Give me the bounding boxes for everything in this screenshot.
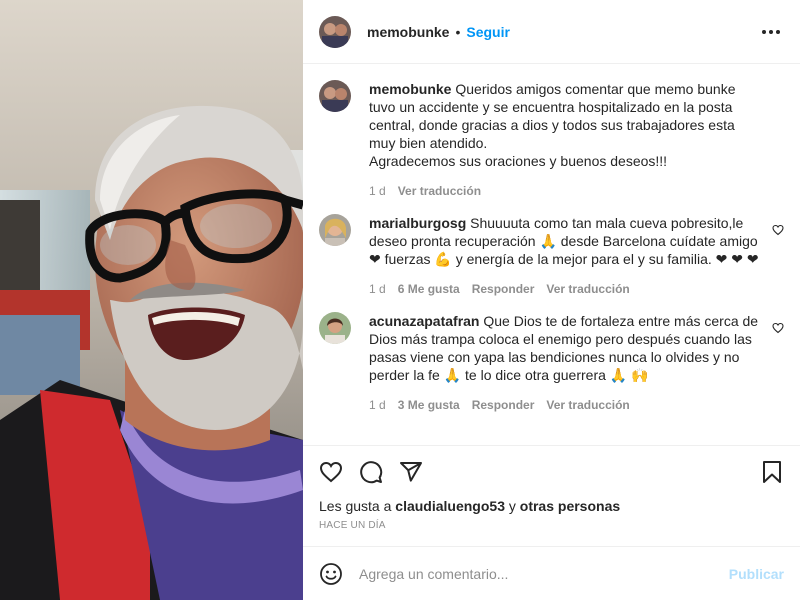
caption-age[interactable]: 1 d [369, 184, 386, 198]
comment-text: marialburgosg Shuuuuta como tan mala cue… [369, 214, 764, 268]
share-icon[interactable] [399, 460, 423, 484]
comment-likes-count[interactable]: 3 Me gusta [398, 398, 460, 412]
post-actions: Les gusta a claudialuengo53 y otras pers… [303, 445, 800, 547]
caption-row: memobunke Queridos amigos comentar que m… [319, 80, 784, 198]
add-comment-bar: Publicar [303, 546, 800, 600]
post-timestamp[interactable]: HACE UN DÍA [319, 520, 784, 531]
caption-meta: 1 d Ver traducción [369, 184, 764, 198]
comment-translate-link[interactable]: Ver traducción [546, 282, 629, 296]
comments-list[interactable]: memobunke Queridos amigos comentar que m… [303, 64, 800, 446]
comment-text: acunazapatafran Que Dios te de fortaleza… [369, 312, 764, 384]
comment-body: acunazapatafran Que Dios te de fortaleza… [369, 312, 784, 412]
caption-translate-link[interactable]: Ver traducción [398, 184, 481, 198]
author-avatar-image [319, 15, 351, 48]
likes-summary: Les gusta a claudialuengo53 y otras pers… [319, 498, 784, 514]
action-icons-row [319, 446, 784, 498]
comment-age[interactable]: 1 d [369, 398, 386, 412]
publish-button[interactable]: Publicar [729, 566, 784, 582]
follow-button[interactable]: Seguir [466, 24, 510, 40]
post-side-panel: memobunke • Seguir memobunke Queridos am… [303, 0, 800, 600]
commenter-avatar-image [319, 312, 351, 344]
comment-like-heart-icon[interactable] [772, 322, 784, 334]
commenter-avatar[interactable] [319, 214, 351, 246]
comment-body: marialburgosg Shuuuuta como tan mala cue… [369, 214, 784, 296]
author-username[interactable]: memobunke [367, 24, 449, 40]
likes-joiner: y [508, 498, 516, 514]
comment-meta: 1 d 3 Me gusta Responder Ver traducción [369, 398, 764, 412]
caption-avatar[interactable] [319, 80, 351, 112]
comment-like-heart-icon[interactable] [772, 224, 784, 236]
caption-body: memobunke Queridos amigos comentar que m… [369, 80, 784, 198]
commenter-avatar[interactable] [319, 312, 351, 344]
caption-text: memobunke Queridos amigos comentar que m… [369, 80, 764, 170]
reply-button[interactable]: Responder [472, 282, 535, 296]
author-avatar[interactable] [319, 15, 351, 48]
instagram-post-modal: memobunke • Seguir memobunke Queridos am… [0, 0, 800, 600]
likes-prefix: Les gusta a [319, 498, 392, 514]
comment-icon[interactable] [359, 460, 383, 484]
bookmark-icon[interactable] [760, 460, 784, 484]
post-photo-illustration [0, 0, 303, 600]
emoji-icon[interactable] [319, 562, 343, 586]
comment-age[interactable]: 1 d [369, 282, 386, 296]
header-separator: • [455, 23, 461, 40]
comment-input[interactable] [359, 565, 729, 582]
post-header: memobunke • Seguir [303, 0, 800, 64]
likes-others-link[interactable]: otras personas [520, 498, 620, 514]
reply-button[interactable]: Responder [472, 398, 535, 412]
commenter-avatar-image [319, 214, 351, 246]
liker-username[interactable]: claudialuengo53 [395, 498, 505, 514]
caption-username[interactable]: memobunke [369, 81, 451, 97]
post-photo[interactable] [0, 0, 303, 600]
comment-row: acunazapatafran Que Dios te de fortaleza… [319, 312, 784, 412]
caption-avatar-image [319, 80, 351, 112]
comment-likes-count[interactable]: 6 Me gusta [398, 282, 460, 296]
heart-icon[interactable] [319, 460, 343, 484]
comment-translate-link[interactable]: Ver traducción [546, 398, 629, 412]
comment-row: marialburgosg Shuuuuta como tan mala cue… [319, 214, 784, 296]
comment-username[interactable]: acunazapatafran [369, 313, 479, 329]
more-options-icon[interactable] [758, 26, 784, 38]
comment-meta: 1 d 6 Me gusta Responder Ver traducción [369, 282, 764, 296]
comment-username[interactable]: marialburgosg [369, 215, 466, 231]
